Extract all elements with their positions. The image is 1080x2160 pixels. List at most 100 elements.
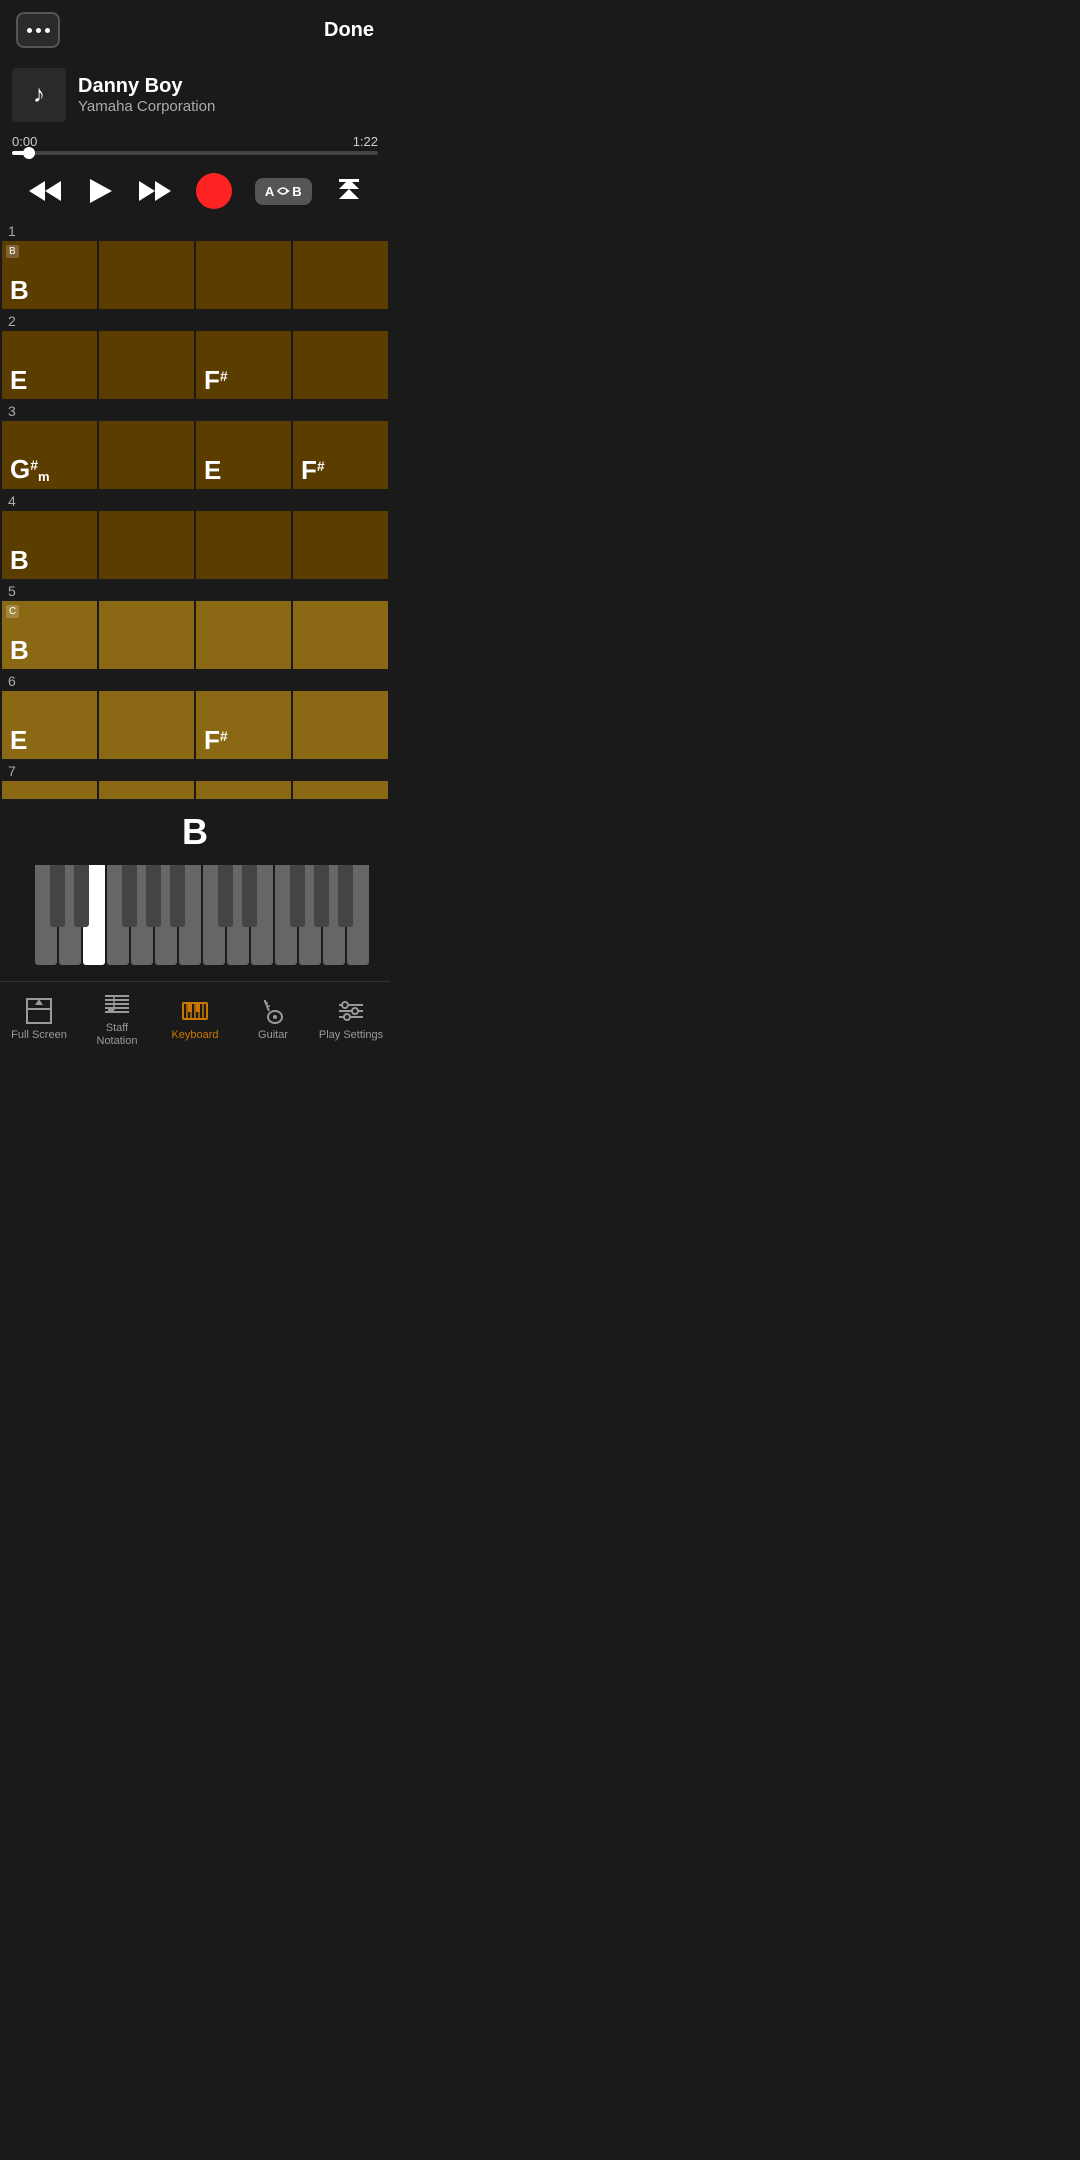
tab-staff[interactable]: StaffNotation [78, 990, 156, 1048]
progress-bar[interactable] [12, 151, 378, 155]
black-key-1[interactable] [50, 865, 65, 927]
chord-section: 1 B B 2 E F# 3 G#m [0, 219, 390, 799]
chord-cell[interactable] [99, 421, 194, 489]
sharp-sup: # [317, 459, 325, 473]
measure-row-3: 3 G#m E F# [0, 399, 390, 489]
chord-cell[interactable]: F# [293, 421, 388, 489]
chord-cell[interactable] [99, 781, 194, 799]
track-artist: Yamaha Corporation [78, 98, 378, 115]
time-current: 0:00 [12, 134, 37, 149]
measure-row-5: 5 C B [0, 579, 390, 669]
chord-cell[interactable] [99, 511, 194, 579]
rewind-icon [27, 177, 63, 205]
chord-cell[interactable]: E [2, 691, 97, 759]
chord-cell[interactable] [293, 241, 388, 309]
black-key-9[interactable] [314, 865, 329, 927]
chord-label: F# [204, 727, 228, 753]
transport-controls: A B [0, 163, 390, 219]
chord-cell[interactable] [99, 241, 194, 309]
ab-repeat-button[interactable]: A B [255, 178, 312, 205]
record-icon [196, 173, 232, 209]
measure-number-4: 4 [0, 489, 390, 511]
ab-b-label: B [292, 184, 301, 199]
playsettings-icon [337, 997, 365, 1025]
chord-cell[interactable] [196, 241, 291, 309]
tab-fullscreen-label: Full Screen [11, 1029, 67, 1042]
tab-guitar-label: Guitar [258, 1029, 288, 1042]
chord-cell[interactable] [293, 601, 388, 669]
chord-cell[interactable] [196, 601, 291, 669]
chord-cell[interactable]: G#m [2, 421, 97, 489]
current-chord-label: B [182, 811, 208, 852]
tab-keyboard[interactable]: Keyboard [156, 990, 234, 1048]
sharp-sup: # [30, 458, 38, 472]
measure-row-4: 4 B [0, 489, 390, 579]
keyboard-icon [181, 997, 209, 1025]
black-key-3[interactable] [122, 865, 137, 927]
chord-cell[interactable] [293, 331, 388, 399]
ab-arrow-icon [276, 185, 290, 197]
ab-label: A [265, 184, 274, 199]
menu-button[interactable] [16, 12, 60, 48]
fast-forward-button[interactable] [137, 177, 173, 205]
chord-grid-1: B B [0, 241, 390, 309]
track-info: Danny Boy Yamaha Corporation [78, 75, 378, 115]
tab-playsettings-label: Play Settings [319, 1029, 383, 1042]
chord-grid-6: E F# [0, 691, 390, 759]
chord-cell[interactable] [293, 781, 388, 799]
black-key-2[interactable] [74, 865, 89, 927]
section-marker: C [6, 605, 19, 618]
black-key-7[interactable] [242, 865, 257, 927]
score-top-button[interactable] [335, 177, 363, 205]
play-button[interactable] [86, 177, 114, 205]
chord-cell[interactable]: B [2, 511, 97, 579]
rewind-button[interactable] [27, 177, 63, 205]
black-key-5[interactable] [170, 865, 185, 927]
record-button[interactable] [196, 173, 232, 209]
header: Done [0, 0, 390, 60]
measure-row-7: 7 [0, 759, 390, 799]
current-chord-section: B [0, 799, 390, 857]
section-marker: B [6, 245, 19, 258]
black-key-10[interactable] [338, 865, 353, 927]
measure-number-6: 6 [0, 669, 390, 691]
sharp-sup: # [220, 729, 228, 743]
track-title: Danny Boy [78, 75, 378, 98]
done-button[interactable]: Done [324, 19, 374, 42]
chord-cell[interactable] [99, 691, 194, 759]
chord-cell[interactable]: C B [2, 601, 97, 669]
chord-cell[interactable] [99, 331, 194, 399]
piano-keyboard[interactable] [35, 865, 355, 965]
chord-cell[interactable]: F# [196, 331, 291, 399]
chord-cell[interactable]: B B [2, 241, 97, 309]
chord-cell[interactable] [293, 511, 388, 579]
black-key-6[interactable] [218, 865, 233, 927]
chord-grid-3: G#m E F# [0, 421, 390, 489]
chord-cell[interactable] [196, 511, 291, 579]
album-art: ♪ [12, 68, 66, 122]
tab-fullscreen[interactable]: Full Screen [0, 990, 78, 1048]
chord-cell[interactable] [2, 781, 97, 799]
tab-bar: Full Screen StaffNotation Keyboard [0, 981, 390, 1064]
chord-cell[interactable] [99, 601, 194, 669]
chord-label: E [10, 367, 27, 393]
minor-sub: m [38, 470, 50, 483]
chord-cell[interactable]: F# [196, 691, 291, 759]
chord-label: B [10, 637, 29, 663]
chord-cell[interactable]: E [196, 421, 291, 489]
chord-cell[interactable]: E [2, 331, 97, 399]
tab-playsettings[interactable]: Play Settings [312, 990, 390, 1048]
chord-cell[interactable] [293, 691, 388, 759]
chord-label: F# [204, 367, 228, 393]
chord-label: E [10, 727, 27, 753]
chord-grid-5: C B [0, 601, 390, 669]
fast-forward-icon [137, 177, 173, 205]
chord-cell[interactable] [196, 781, 291, 799]
measure-number-3: 3 [0, 399, 390, 421]
measure-row-6: 6 E F# [0, 669, 390, 759]
tab-guitar[interactable]: Guitar [234, 990, 312, 1048]
chord-label: B [10, 547, 29, 573]
measure-row-2: 2 E F# [0, 309, 390, 399]
black-key-4[interactable] [146, 865, 161, 927]
black-key-8[interactable] [290, 865, 305, 927]
